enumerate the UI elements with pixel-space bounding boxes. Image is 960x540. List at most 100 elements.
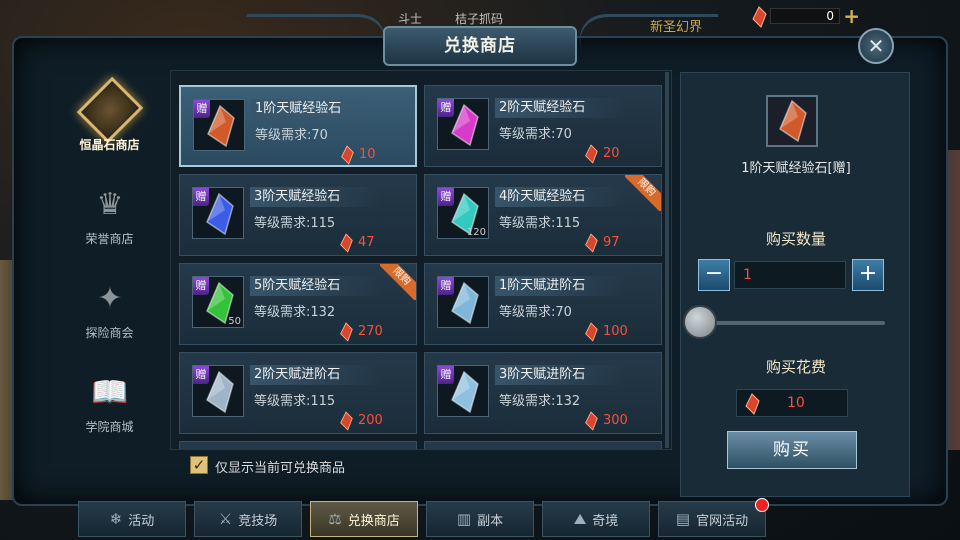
crystal-shop-icon: [76, 76, 144, 144]
limited-ribbon: 限购: [380, 264, 416, 300]
book-icon: ▤: [675, 510, 691, 528]
crystal-currency-icon: [338, 411, 354, 435]
tab-label: 竞技场: [238, 513, 278, 529]
gift-badge: 赠: [193, 188, 209, 206]
tab-mountain[interactable]: ⛰ 奇境: [542, 501, 650, 537]
add-currency-button[interactable]: +: [843, 6, 860, 26]
notification-badge: [755, 498, 769, 512]
quantity-label: 购买数量: [765, 230, 826, 248]
item-card[interactable]: 赠 3阶天赋经验石 等级需求:115 47: [179, 174, 417, 256]
item-card[interactable]: 赠 120 4阶天赋经验石等级需求:115 97 限购: [424, 174, 662, 256]
crystal-currency-icon: [752, 6, 767, 28]
gift-badge: 赠: [193, 366, 209, 384]
item-name: 2阶天赋进阶石: [250, 365, 380, 385]
quantity-slider-knob[interactable]: [683, 305, 717, 339]
sidebar-item-crystal-shop[interactable]: 恒晶石商店: [52, 76, 167, 170]
title-wing-left: [232, 14, 398, 54]
item-card-partial[interactable]: [179, 441, 417, 449]
purchase-panel: 1阶天赋经验石[赠] 购买数量 − 1 + 购买花费 10 购买: [680, 72, 910, 497]
item-card[interactable]: 赠 50 5阶天赋经验石 等级需求:132 270 限购: [179, 263, 417, 345]
item-name: 1阶天赋经验石: [251, 99, 381, 119]
filter-available-checkbox[interactable]: ✓ 仅显示当前可兑换商品: [185, 455, 485, 477]
item-price: 300: [603, 413, 628, 428]
game-screen: 斗士 桔子抓码 新圣幻界 0 + 兑换商店 ✕ 恒晶石商店 ♛ 荣誉商店 ✦ 探险商会 📖…: [0, 0, 960, 540]
item-price: 20: [603, 146, 620, 161]
quantity-input[interactable]: 1: [734, 261, 846, 289]
scales-icon: ⚖: [328, 510, 342, 528]
cost-label: 购买花费: [765, 358, 826, 376]
stack-count: 50: [228, 316, 241, 327]
selected-item-icon: [779, 99, 807, 143]
currency-value: 0: [826, 9, 834, 23]
item-slot: 赠 50: [192, 276, 244, 328]
tab-label: 奇境: [592, 513, 619, 529]
tab-snowflake[interactable]: ❄ 活动: [78, 501, 186, 537]
tab-dungeon-gate[interactable]: ▥ 副本: [426, 501, 534, 537]
level-requirement: 等级需求:115: [254, 216, 336, 231]
shop-category-sidebar: 恒晶石商店 ♛ 荣誉商店 ✦ 探险商会 📖 学院商城: [52, 70, 167, 500]
tab-scales[interactable]: ⚖ 兑换商店: [310, 501, 418, 537]
level-requirement: 等级需求:115: [499, 216, 581, 231]
dungeon-gate-icon: ▥: [456, 510, 472, 528]
item-card[interactable]: 赠 2阶天赋进阶石 等级需求:115 200: [179, 352, 417, 434]
crossed-swords-icon: ⚔: [218, 510, 233, 528]
crystal-currency-icon: [583, 322, 599, 346]
item-card[interactable]: 赠 3阶天赋进阶石 等级需求:132 300: [424, 352, 662, 434]
limited-label: 限购: [625, 175, 661, 211]
item-slot: 赠: [437, 365, 489, 417]
item-name: 1阶天赋进阶石: [495, 276, 625, 296]
item-slot: 赠: [193, 99, 245, 151]
crystal-currency-icon: [583, 411, 599, 435]
item-price: 100: [603, 324, 628, 339]
level-requirement: 等级需求:70: [499, 305, 572, 320]
sidebar-item-trophy[interactable]: ♛ 荣誉商店: [52, 174, 167, 264]
item-name: 3阶天赋进阶石: [495, 365, 625, 385]
item-card-partial[interactable]: [424, 441, 662, 449]
item-name: 3阶天赋经验石: [250, 187, 380, 207]
item-price: 200: [358, 413, 383, 428]
limited-ribbon: 限购: [625, 175, 661, 211]
crystal-currency-icon: [583, 233, 599, 257]
cost-display: 10: [736, 389, 848, 417]
sidebar-item-academy-book[interactable]: 📖 学院商城: [52, 362, 167, 452]
window-title: 兑换商店: [383, 26, 577, 66]
title-wing-right: [567, 14, 733, 54]
currency-display: 0 +: [750, 6, 860, 28]
sidebar-item-label: 荣誉商店: [85, 232, 134, 246]
quantity-decrease-button[interactable]: −: [698, 259, 730, 291]
item-card[interactable]: 赠 1阶天赋经验石 等级需求:70 10: [179, 85, 417, 167]
sidebar-item-adventure[interactable]: ✦ 探险商会: [52, 268, 167, 358]
tab-label: 副本: [477, 513, 504, 529]
hud-center-text: 桔子抓码: [455, 12, 504, 26]
item-slot: 赠 120: [437, 187, 489, 239]
hud-left-text: 斗士: [398, 12, 423, 26]
snowflake-icon: ❄: [109, 510, 123, 528]
item-slot: 赠: [192, 187, 244, 239]
item-card[interactable]: 赠 1阶天赋进阶石等级需求:70 100: [424, 263, 662, 345]
buy-button[interactable]: 购买: [727, 431, 857, 469]
quantity-slider-track[interactable]: [693, 321, 885, 325]
tab-crossed-swords[interactable]: ⚔ 竞技场: [194, 501, 302, 537]
tab-label: 官网活动: [696, 513, 749, 529]
item-price: 97: [603, 235, 620, 250]
gift-badge: 赠: [438, 277, 454, 295]
adventure-icon: ✦: [97, 280, 123, 316]
cost-value: 10: [787, 395, 805, 411]
crystal-currency-icon: [745, 393, 760, 415]
crystal-currency-icon: [583, 144, 599, 168]
bottom-tab-bar: ❄ 活动 ⚔ 竞技场 ⚖ 兑换商店 ▥ 副本 ⛰ 奇境 ▤ 官网活动: [78, 498, 888, 539]
item-grid[interactable]: 赠 1阶天赋经验石等级需求:70 10 赠 2阶天赋经验石 等级需求:70 20 赠 3阶天赋经…: [170, 70, 672, 450]
item-card[interactable]: 赠 2阶天赋经验石 等级需求:70 20: [424, 85, 662, 167]
item-name: 4阶天赋经验石: [495, 187, 625, 207]
item-price: 10: [359, 147, 376, 162]
close-button[interactable]: ✕: [858, 28, 894, 64]
sidebar-item-label: 探险商会: [85, 326, 134, 340]
level-requirement: 等级需求:132: [254, 305, 336, 320]
grid-scrollbar[interactable]: [665, 72, 669, 448]
checkbox-check-icon[interactable]: ✓: [190, 456, 208, 474]
crystal-currency-icon: [338, 233, 354, 257]
tab-book[interactable]: ▤ 官网活动: [658, 498, 769, 537]
quantity-increase-button[interactable]: +: [852, 259, 884, 291]
sidebar-item-label: 学院商城: [85, 420, 134, 434]
mountain-icon: ⛰: [573, 510, 587, 528]
